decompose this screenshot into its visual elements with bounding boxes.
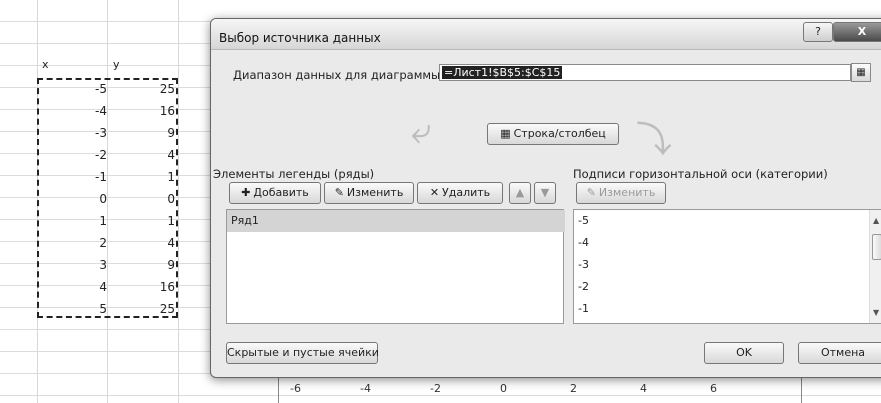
edit-series-button[interactable]: ✎ Изменить bbox=[324, 182, 414, 204]
add-icon: ✚ bbox=[241, 186, 251, 199]
chart-range-value: =Лист1!$B$5:$C$15 bbox=[442, 66, 563, 79]
categories-list[interactable]: -5 -4 -3 -2 -1 ▲ ▼ bbox=[573, 209, 881, 324]
dialog-title: Выбор источника данных bbox=[219, 31, 381, 45]
edit-axis-labels-button[interactable]: ✎ Изменить bbox=[576, 182, 666, 204]
move-down-button[interactable]: ▼ bbox=[534, 182, 556, 204]
add-label: Добавить bbox=[253, 186, 309, 199]
axis-tick-label: -4 bbox=[360, 382, 371, 395]
category-item[interactable]: -5 bbox=[574, 210, 589, 232]
collapse-dialog-button[interactable]: ▦ bbox=[851, 63, 871, 82]
series-item[interactable]: Ряд1 bbox=[227, 210, 565, 232]
axis-edit-label: Изменить bbox=[598, 186, 656, 199]
arrow-right-icon: ⤵ bbox=[636, 120, 673, 161]
dialog-titlebar: Выбор источника данных ? X bbox=[211, 19, 881, 50]
edit-icon: ✎ bbox=[334, 186, 344, 199]
axis-tick-label: 0 bbox=[500, 382, 507, 395]
category-item[interactable]: -2 bbox=[574, 276, 589, 298]
axis-tick-label: -2 bbox=[430, 382, 441, 395]
axis-tick-label: 4 bbox=[640, 382, 647, 395]
category-item[interactable]: -3 bbox=[574, 254, 589, 276]
add-series-button[interactable]: ✚ Добавить bbox=[229, 182, 321, 204]
axis-section-label: Подписи горизонтальной оси (категории) bbox=[573, 167, 828, 181]
axis-tick-label: 2 bbox=[570, 382, 577, 395]
help-button[interactable]: ? bbox=[803, 22, 833, 42]
header-x: x bbox=[42, 58, 49, 71]
axis-tick-label: -6 bbox=[290, 382, 301, 395]
close-button[interactable]: X bbox=[833, 22, 881, 42]
move-up-button[interactable]: ▲ bbox=[509, 182, 531, 204]
scroll-down-icon[interactable]: ▼ bbox=[873, 308, 879, 317]
series-list[interactable]: Ряд1 bbox=[226, 209, 565, 324]
switch-row-column-label: Строка/столбец bbox=[513, 127, 606, 140]
switch-row-column-button[interactable]: ▦ Строка/столбец bbox=[487, 123, 619, 145]
edit-label: Изменить bbox=[346, 186, 404, 199]
chart-range-input[interactable]: =Лист1!$B$5:$C$15 bbox=[439, 64, 851, 81]
chart-range-label: Диапазон данных для диаграммы: bbox=[233, 68, 445, 82]
move-up-icon: ▲ bbox=[515, 186, 525, 199]
select-data-source-dialog: Выбор источника данных ? X Диапазон данн… bbox=[210, 18, 881, 378]
switch-row-column-icon: ▦ bbox=[500, 127, 511, 140]
arrow-left-icon: ⤶ bbox=[411, 111, 432, 152]
category-item[interactable]: -1 bbox=[574, 298, 589, 320]
hidden-cells-button[interactable]: Скрытые и пустые ячейки bbox=[226, 342, 379, 364]
legend-section-label: Элементы легенды (ряды) bbox=[213, 167, 375, 181]
scroll-up-icon[interactable]: ▲ bbox=[873, 216, 879, 225]
delete-series-button[interactable]: ✕ Удалить bbox=[417, 182, 503, 204]
axis-tick-label: 6 bbox=[710, 382, 717, 395]
header-y: y bbox=[113, 58, 120, 71]
axis-edit-icon: ✎ bbox=[586, 186, 596, 199]
collapse-dialog-icon: ▦ bbox=[856, 67, 866, 78]
category-item[interactable]: -4 bbox=[574, 232, 589, 254]
delete-label: Удалить bbox=[442, 186, 491, 199]
ok-button[interactable]: OK bbox=[704, 342, 784, 364]
selection-marquee bbox=[37, 78, 178, 318]
cancel-button[interactable]: Отмена bbox=[798, 342, 881, 364]
categories-scrollbar[interactable]: ▲ ▼ bbox=[869, 210, 881, 323]
move-down-icon: ▼ bbox=[540, 186, 550, 199]
scroll-thumb[interactable] bbox=[872, 234, 881, 260]
delete-icon: ✕ bbox=[429, 186, 440, 199]
